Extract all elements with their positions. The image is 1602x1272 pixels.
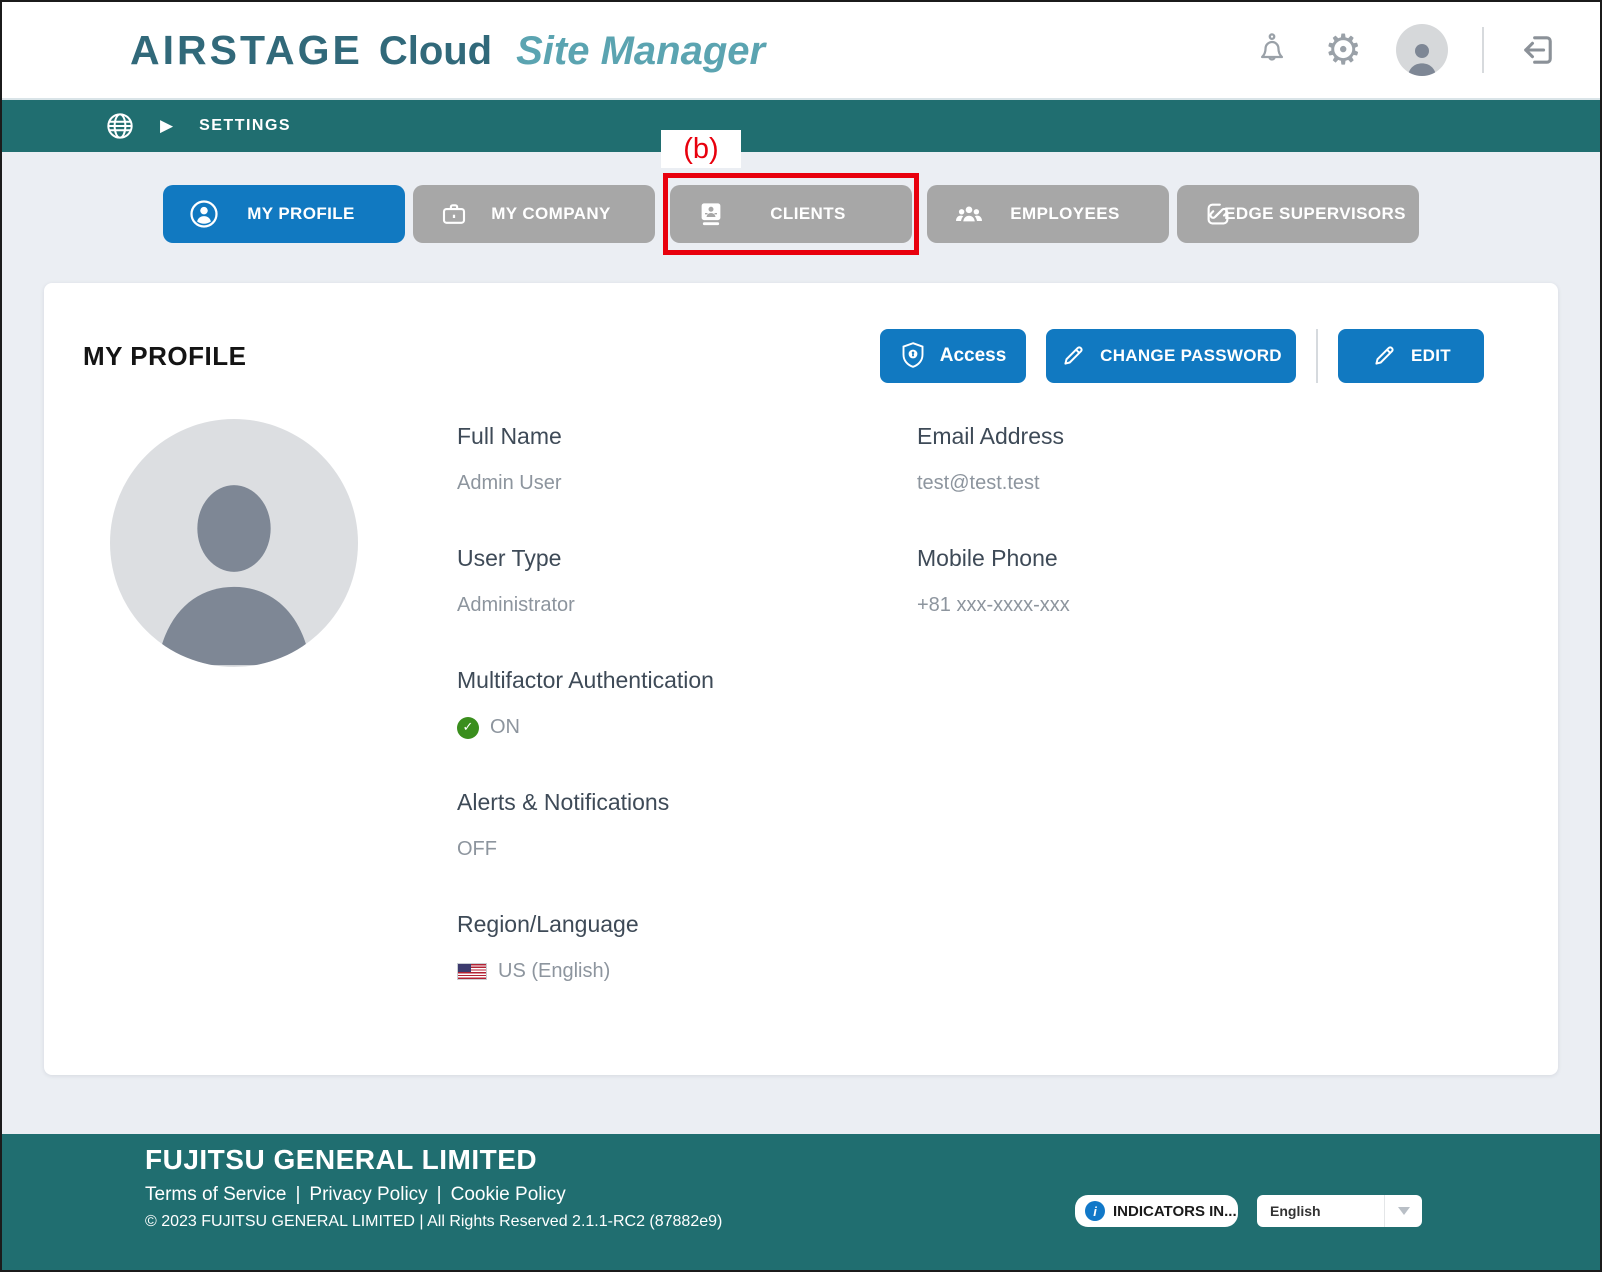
- brand-cloud: Cloud: [379, 29, 492, 74]
- app-header: AIRSTAGE Cloud Site Manager ⚙: [2, 2, 1600, 100]
- pencil-icon: [1060, 343, 1086, 369]
- app-footer: FUJITSU GENERAL LIMITED Terms of Service…: [2, 1134, 1600, 1270]
- tab-edge-supervisors[interactable]: EDGE SUPERVISORS: [1177, 185, 1419, 243]
- access-button[interactable]: Access: [880, 329, 1026, 383]
- brand-product: Site Manager: [516, 29, 765, 74]
- footer-company: FUJITSU GENERAL LIMITED: [145, 1144, 1600, 1176]
- indicators-button[interactable]: i INDICATORS IN...: [1075, 1195, 1238, 1227]
- check-icon: ✓: [457, 717, 479, 739]
- cookie-policy-link[interactable]: Cookie Policy: [451, 1184, 566, 1206]
- page-title: MY PROFILE: [83, 341, 880, 372]
- change-password-button[interactable]: CHANGE PASSWORD: [1046, 329, 1296, 383]
- breadcrumb: SETTINGS: [199, 117, 291, 135]
- annotation-highlight-box: (b) CLIENTS: [663, 173, 919, 255]
- edit-button[interactable]: EDIT: [1338, 329, 1484, 383]
- person-circle-icon: [189, 199, 219, 229]
- logout-icon[interactable]: [1518, 30, 1558, 70]
- breadcrumb-bar: ▶ SETTINGS: [2, 100, 1600, 152]
- briefcase-icon: [439, 199, 469, 229]
- link-icon: [1203, 199, 1233, 229]
- user-avatar[interactable]: [1396, 24, 1448, 76]
- link-separator: |: [295, 1184, 300, 1206]
- header-divider: [1482, 27, 1484, 73]
- us-flag-icon: [457, 963, 487, 980]
- settings-content: MY PROFILE MY COMPANY (b): [2, 152, 1600, 1134]
- tab-my-profile[interactable]: MY PROFILE: [163, 185, 405, 243]
- mfa-status: ON: [490, 716, 520, 739]
- privacy-policy-link[interactable]: Privacy Policy: [309, 1184, 427, 1206]
- field-region-language: Region/Language US (English): [457, 911, 917, 983]
- profile-avatar: [110, 419, 358, 667]
- my-profile-card: MY PROFILE Access: [44, 283, 1558, 1075]
- app-logo: AIRSTAGE Cloud Site Manager: [130, 27, 765, 74]
- app-window: AIRSTAGE Cloud Site Manager ⚙: [0, 0, 1602, 1272]
- pencil-icon: [1371, 343, 1397, 369]
- tab-clients[interactable]: CLIENTS: [670, 185, 912, 243]
- shield-icon: [900, 341, 926, 371]
- header-actions: ⚙: [1254, 24, 1558, 76]
- card-body: Full Name Admin User User Type Administr…: [44, 383, 1558, 983]
- link-separator: |: [437, 1184, 442, 1206]
- button-divider: [1316, 329, 1318, 383]
- annotation-label: (b): [661, 130, 741, 168]
- people-group-icon: [953, 199, 985, 229]
- contact-card-icon: [696, 199, 726, 229]
- fields-right-column: Email Address test@test.test Mobile Phon…: [917, 423, 1377, 983]
- fields-left-column: Full Name Admin User User Type Administr…: [457, 423, 917, 983]
- field-alerts-notifications: Alerts & Notifications OFF: [457, 789, 917, 861]
- settings-gear-icon[interactable]: ⚙: [1324, 29, 1362, 71]
- profile-fields: Full Name Admin User User Type Administr…: [457, 419, 1377, 983]
- region-value: US (English): [498, 960, 610, 983]
- language-select[interactable]: English: [1257, 1195, 1422, 1227]
- notifications-bell-icon[interactable]: [1254, 31, 1290, 69]
- tab-employees[interactable]: EMPLOYEES: [927, 185, 1169, 243]
- brand-airstage: AIRSTAGE: [130, 27, 363, 74]
- chevron-down-icon[interactable]: [1384, 1195, 1422, 1227]
- tab-my-company[interactable]: MY COMPANY: [413, 185, 655, 243]
- terms-of-service-link[interactable]: Terms of Service: [145, 1184, 286, 1206]
- globe-icon[interactable]: [106, 112, 134, 140]
- field-full-name: Full Name Admin User: [457, 423, 917, 495]
- field-multifactor-authentication: Multifactor Authentication ✓ ON: [457, 667, 917, 739]
- breadcrumb-arrow-icon: ▶: [160, 118, 173, 135]
- field-mobile-phone: Mobile Phone +81 xxx-xxxx-xxx: [917, 545, 1377, 617]
- info-icon: i: [1085, 1201, 1105, 1221]
- field-email-address: Email Address test@test.test: [917, 423, 1377, 495]
- card-header: MY PROFILE Access: [44, 283, 1558, 383]
- settings-tabs: MY PROFILE MY COMPANY (b): [2, 173, 1600, 255]
- language-selected-value: English: [1257, 1203, 1384, 1219]
- field-user-type: User Type Administrator: [457, 545, 917, 617]
